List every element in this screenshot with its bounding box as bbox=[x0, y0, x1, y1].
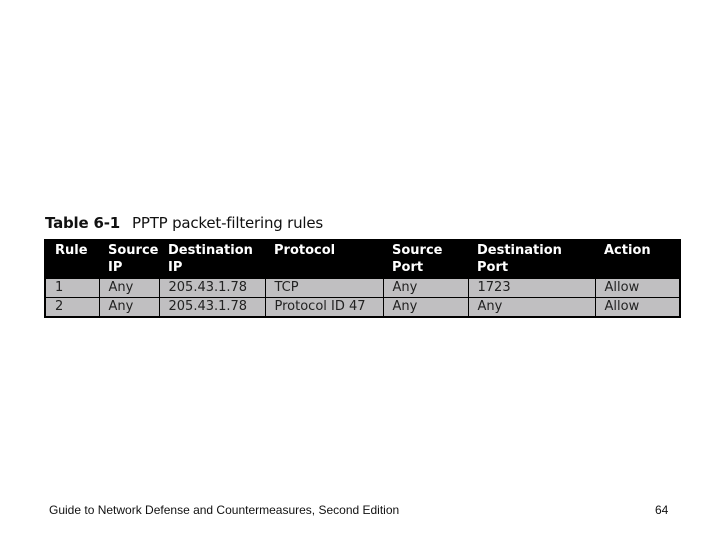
cell-protocol: TCP bbox=[264, 278, 384, 298]
cell-rule: 1 bbox=[44, 278, 100, 298]
header-destination-port: Destination Port bbox=[468, 240, 595, 279]
cell-source-port: Any bbox=[382, 278, 469, 298]
page-number: 64 bbox=[655, 503, 669, 517]
header-protocol: Protocol bbox=[265, 240, 383, 279]
cell-destination-port: 1723 bbox=[467, 278, 596, 298]
footer-book-title: Guide to Network Defense and Countermeas… bbox=[49, 503, 400, 517]
header-source-port: Source Port bbox=[383, 240, 468, 279]
table-title: PPTP packet-filtering rules bbox=[132, 214, 324, 232]
table-row: 1 Any 205.43.1.78 TCP Any 1723 Allow bbox=[44, 278, 681, 298]
cell-source-port: Any bbox=[382, 297, 469, 318]
cell-destination-ip: 205.43.1.78 bbox=[158, 278, 266, 298]
cell-destination-ip: 205.43.1.78 bbox=[158, 297, 266, 318]
header-destination-ip: Destination IP bbox=[159, 240, 265, 279]
table-caption: Table 6-1 PPTP packet-filtering rules bbox=[45, 214, 323, 232]
cell-source-ip: Any bbox=[98, 297, 160, 318]
table-header-row: Rule Source IP Destination IP Protocol S… bbox=[45, 240, 680, 279]
table-number: Table 6-1 bbox=[45, 214, 120, 232]
header-source-ip-label: Source IP bbox=[108, 243, 159, 275]
packet-filtering-table: Rule Source IP Destination IP Protocol S… bbox=[44, 239, 681, 318]
header-action: Action bbox=[595, 240, 680, 279]
header-destination-ip-label: Destination IP bbox=[168, 243, 253, 275]
cell-source-ip: Any bbox=[98, 278, 160, 298]
cell-action: Allow bbox=[594, 278, 681, 298]
table-row: 2 Any 205.43.1.78 Protocol ID 47 Any Any… bbox=[44, 297, 681, 318]
header-source-port-label: Source Port bbox=[392, 243, 443, 275]
header-rule: Rule bbox=[45, 240, 99, 279]
cell-action: Allow bbox=[594, 297, 681, 318]
header-source-ip: Source IP bbox=[99, 240, 159, 279]
cell-destination-port: Any bbox=[467, 297, 596, 318]
cell-protocol: Protocol ID 47 bbox=[264, 297, 384, 318]
cell-rule: 2 bbox=[44, 297, 100, 318]
